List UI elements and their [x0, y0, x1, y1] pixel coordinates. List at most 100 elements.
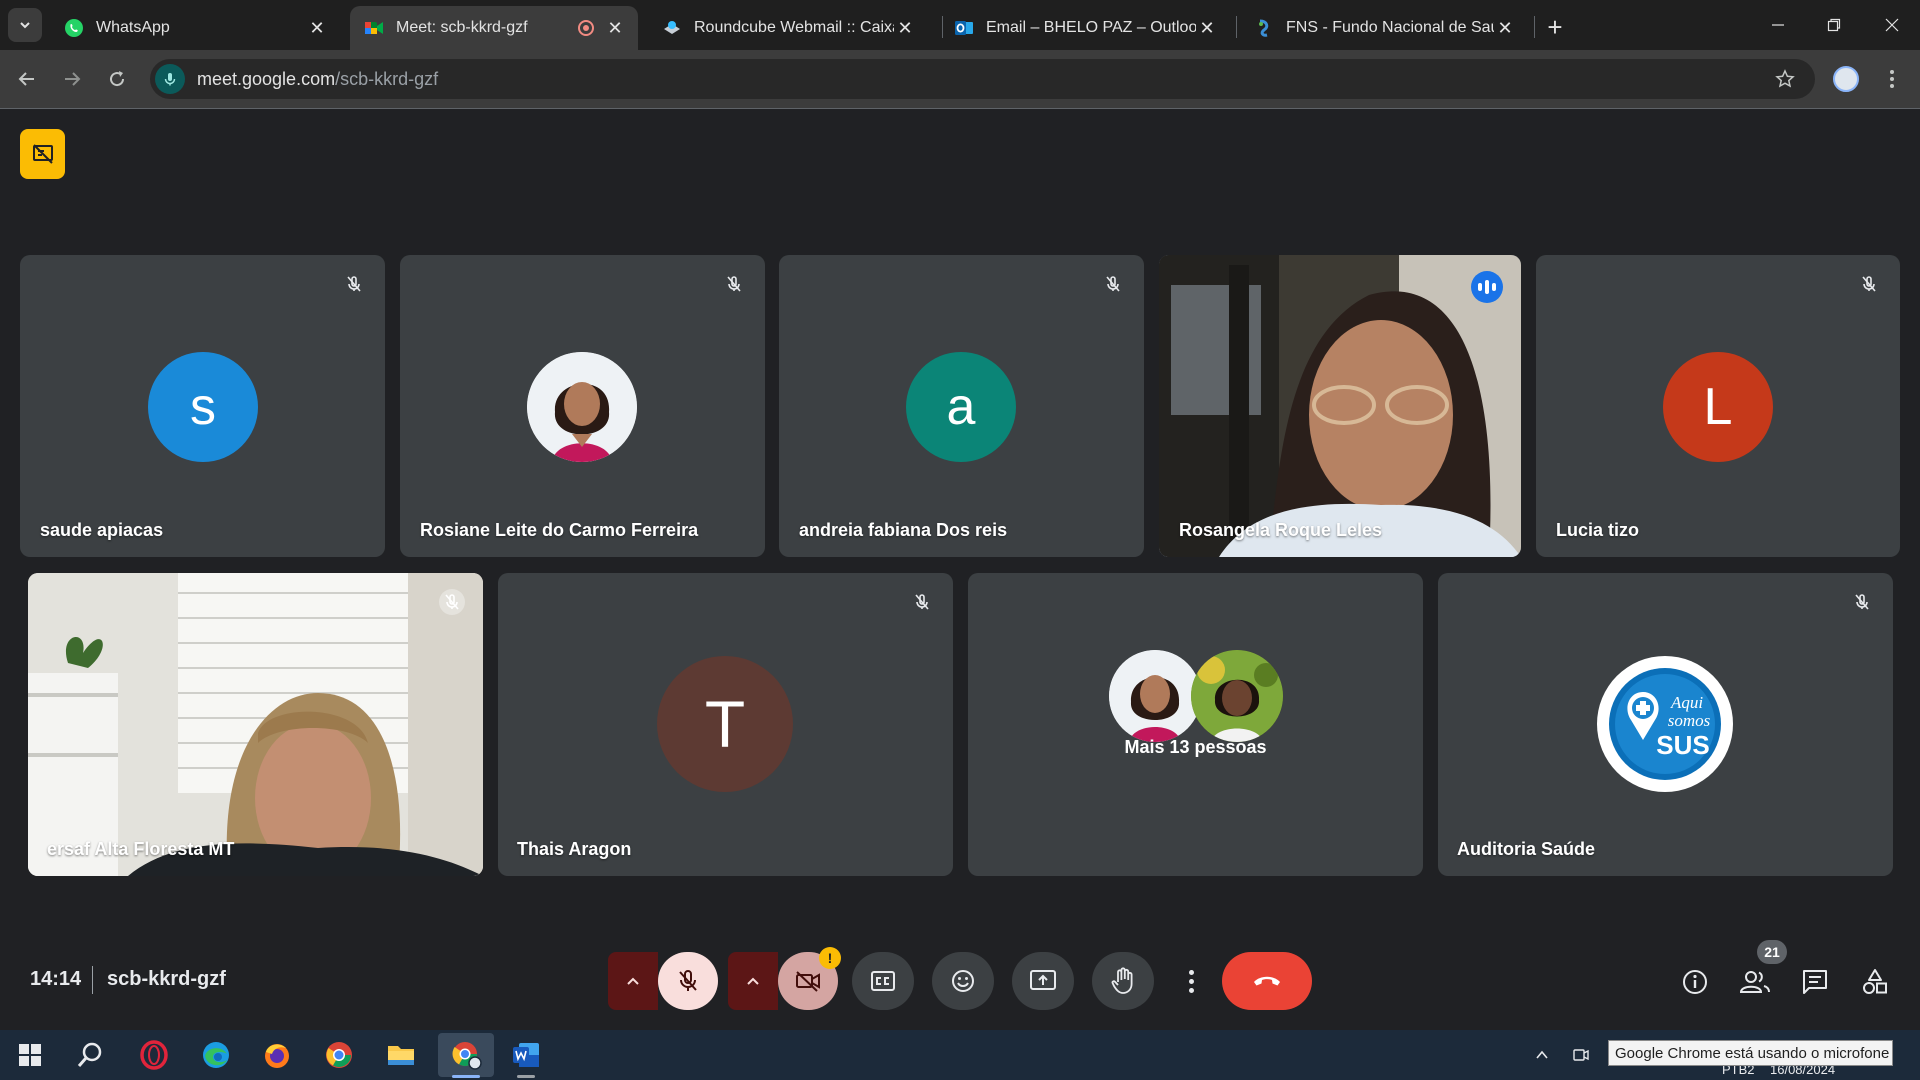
participant-tile[interactable]: a andreia fabiana Dos reis [779, 255, 1144, 557]
new-tab-button[interactable]: + [1540, 12, 1570, 42]
activities-icon [1863, 969, 1887, 994]
url-path: /scb-kkrd-gzf [335, 68, 439, 89]
participant-tile[interactable]: L Lucia tizo [1536, 255, 1900, 557]
muted-mic-icon [1100, 271, 1126, 297]
fns-icon [1254, 18, 1274, 38]
reload-button[interactable] [100, 62, 134, 96]
taskbar-search-button[interactable] [66, 1033, 114, 1077]
show-hidden-icons-button[interactable] [1527, 1033, 1557, 1077]
muted-mic-icon [1849, 589, 1875, 615]
tab-whatsapp[interactable]: WhatsApp ✕ [50, 6, 340, 50]
close-icon[interactable]: ✕ [604, 17, 626, 39]
audio-options-button[interactable] [608, 952, 658, 1010]
tab-meet[interactable]: Meet: scb-kkrd-gzf ✕ [350, 6, 638, 50]
arrow-left-icon [18, 72, 34, 86]
more-options-button[interactable] [1176, 952, 1206, 1010]
close-icon[interactable]: ✕ [1494, 17, 1516, 39]
taskbar-chrome[interactable] [315, 1033, 363, 1077]
muted-mic-icon [909, 589, 935, 615]
device-icon [1573, 1049, 1589, 1061]
whatsapp-icon [64, 18, 84, 38]
close-window-button[interactable] [1872, 10, 1912, 40]
minimize-button[interactable] [1758, 10, 1798, 40]
participant-tile[interactable]: s saude apiacas [20, 255, 385, 557]
camera-off-icon [796, 971, 820, 992]
sus-logo-text-3: SUS [1656, 730, 1709, 760]
video-options-button[interactable] [728, 952, 778, 1010]
chrome-icon [326, 1042, 352, 1068]
close-icon[interactable]: ✕ [306, 17, 328, 39]
tab-title: WhatsApp [96, 19, 170, 36]
leave-call-button[interactable] [1222, 952, 1312, 1010]
tab-title: Roundcube Webmail :: Caixa de [694, 19, 894, 36]
participant-video [1159, 255, 1521, 557]
edge-icon [203, 1042, 229, 1068]
tab-fns[interactable]: FNS - Fundo Nacional de Saúde ✕ [1240, 6, 1528, 50]
activities-button[interactable] [1855, 962, 1895, 1002]
taskbar-opera[interactable] [130, 1033, 178, 1077]
participant-photo [1109, 650, 1201, 742]
start-button[interactable] [6, 1033, 54, 1077]
captions-off-badge[interactable] [20, 129, 65, 179]
tray-device-button[interactable] [1566, 1033, 1596, 1077]
muted-mic-icon [341, 271, 367, 297]
tab-divider [1534, 16, 1535, 38]
close-icon[interactable]: ✕ [1196, 17, 1218, 39]
participant-tile[interactable]: Rosiane Leite do Carmo Ferreira [400, 255, 765, 557]
more-participants-tile[interactable]: Mais 13 pessoas [968, 573, 1423, 876]
chevron-up-icon [1536, 1050, 1548, 1059]
captions-button[interactable] [852, 952, 914, 1010]
taskbar-chrome-active[interactable] [438, 1033, 494, 1077]
participant-tile[interactable]: ersaf Alta Floresta MT [28, 573, 483, 876]
arrow-right-icon [65, 72, 81, 86]
raise-hand-button[interactable] [1092, 952, 1154, 1010]
minimize-icon [1772, 24, 1784, 26]
participant-count-badge: 21 [1757, 940, 1787, 964]
taskbar-edge[interactable] [192, 1033, 240, 1077]
muted-mic-icon [721, 271, 747, 297]
participant-name: Rosangela Roque Leles [1179, 520, 1383, 540]
taskbar-word[interactable] [502, 1033, 550, 1077]
tab-title: FNS - Fundo Nacional de Saúde [1286, 19, 1494, 36]
participant-avatar: s [148, 352, 258, 462]
participant-tile[interactable]: Aqui somos SUS Auditoria Saúde [1438, 573, 1893, 876]
windows-logo-icon [19, 1044, 41, 1066]
close-icon [1885, 18, 1899, 32]
browser-menu-button[interactable] [1882, 64, 1902, 94]
tab-outlook[interactable]: Email – BHELO PAZ – Outlook ✕ [940, 6, 1230, 50]
meeting-code: scb-kkrd-gzf [107, 968, 226, 990]
microphone-toggle-button[interactable] [658, 952, 718, 1010]
participant-video [28, 573, 483, 876]
participant-name: ersaf Alta Floresta MT [47, 839, 235, 859]
muted-mic-icon [1856, 271, 1882, 297]
back-button[interactable] [10, 62, 44, 96]
outlook-icon [954, 18, 974, 38]
bookmark-star-icon[interactable] [1775, 69, 1795, 89]
chevron-down-icon [20, 22, 30, 29]
tab-roundcube[interactable]: Roundcube Webmail :: Caixa de ✕ [648, 6, 928, 50]
roundcube-icon [662, 18, 682, 38]
mic-off-icon [679, 970, 697, 991]
participant-name: Auditoria Saúde [1457, 839, 1596, 859]
reactions-button[interactable] [932, 952, 994, 1010]
restore-button[interactable] [1814, 10, 1854, 40]
people-button[interactable] [1735, 962, 1775, 1002]
meeting-details-button[interactable] [1675, 962, 1715, 1002]
chat-button[interactable] [1795, 962, 1835, 1002]
participant-name: andreia fabiana Dos reis [799, 520, 1008, 540]
participant-tile-speaking[interactable]: Rosangela Roque Leles [1159, 255, 1521, 557]
tab-search-button[interactable] [8, 8, 42, 42]
present-screen-button[interactable] [1012, 952, 1074, 1010]
taskbar-file-explorer[interactable] [377, 1033, 425, 1077]
profile-avatar[interactable] [1833, 66, 1859, 92]
participant-tile[interactable]: T Thais Aragon [498, 573, 953, 876]
participant-name: Thais Aragon [517, 839, 632, 859]
forward-button[interactable] [55, 62, 89, 96]
meeting-clock: 14:14 [30, 968, 82, 990]
taskbar-firefox[interactable] [253, 1033, 301, 1077]
address-bar[interactable]: meet.google.com/scb-kkrd-gzf [150, 59, 1815, 99]
microphone-icon[interactable] [155, 64, 185, 94]
close-icon[interactable]: ✕ [894, 17, 916, 39]
camera-warning-badge: ! [819, 947, 841, 969]
tab-title: Meet: scb-kkrd-gzf [396, 19, 528, 36]
